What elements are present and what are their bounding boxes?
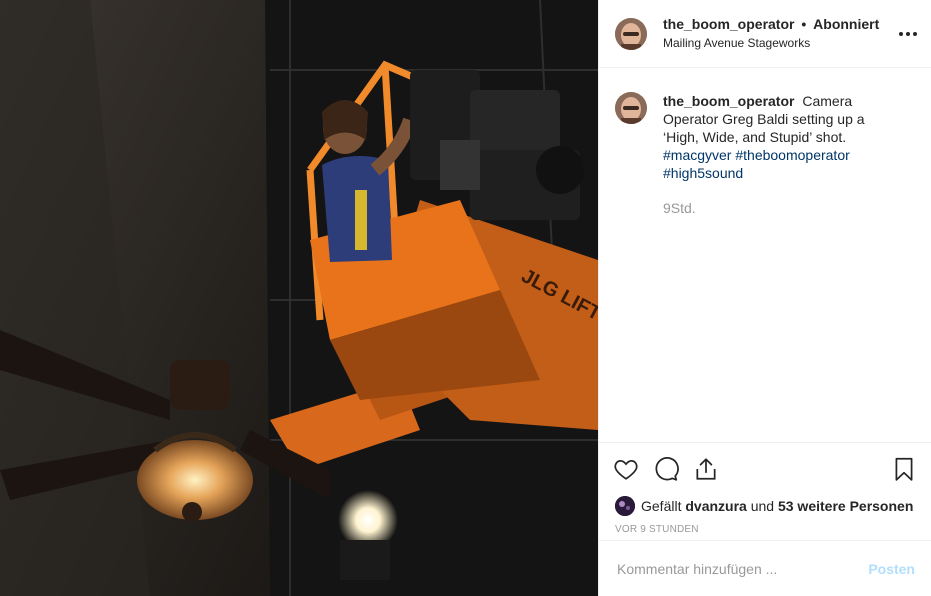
likes-prefix: Gefällt [641, 498, 682, 514]
comment-input[interactable] [615, 559, 869, 578]
more-dot [899, 32, 903, 36]
caption-comment: the_boom_operator Camera Operator Greg B… [615, 92, 915, 217]
share-icon[interactable] [693, 456, 719, 482]
caption-avatar[interactable] [615, 92, 647, 124]
likes-connector: und [750, 498, 775, 514]
likes-others-link[interactable]: 53 weitere Personen [778, 498, 913, 514]
more-dot [913, 32, 917, 36]
location-link[interactable]: Mailing Avenue Stageworks [663, 36, 879, 50]
comment-icon[interactable] [653, 456, 679, 482]
more-dot [906, 32, 910, 36]
instagram-post: JLG LIFT the_boom_operator • Abonniert M… [0, 0, 931, 596]
header-username[interactable]: the_boom_operator [663, 16, 794, 32]
caption-body: the_boom_operator Camera Operator Greg B… [663, 92, 895, 217]
avatar-face-icon [615, 92, 647, 124]
liker-avatar-icon [615, 496, 635, 516]
avatar-face-icon [615, 17, 647, 50]
comments-section: the_boom_operator Camera Operator Greg B… [599, 68, 931, 442]
more-options-icon[interactable] [899, 26, 917, 42]
action-bar [599, 442, 931, 494]
posted-timestamp[interactable]: VOR 9 STUNDEN [599, 518, 931, 540]
hashtag-link[interactable]: #theboomoperator [735, 147, 849, 163]
header-text: the_boom_operator • Abonniert Mailing Av… [663, 16, 879, 50]
header-line: the_boom_operator • Abonniert [663, 16, 879, 33]
liker-avatar[interactable] [615, 496, 635, 516]
post-header: the_boom_operator • Abonniert Mailing Av… [599, 0, 931, 68]
separator-dot: • [801, 16, 807, 33]
likes-summary: Gefällt dvanzura und 53 weitere Personen [599, 494, 931, 518]
avatar[interactable] [615, 17, 647, 50]
heart-icon[interactable] [613, 456, 639, 482]
hashtag-link[interactable]: #macgyver [663, 147, 731, 163]
caption-username[interactable]: the_boom_operator [663, 93, 794, 109]
bookmark-icon[interactable] [891, 456, 917, 482]
hashtag-link[interactable]: #high5sound [663, 165, 743, 181]
post-photo[interactable]: JLG LIFT [0, 0, 598, 596]
post-comment-button[interactable]: Posten [868, 561, 915, 577]
follow-status-button[interactable]: Abonniert [813, 16, 879, 32]
caption-time: 9Std. [663, 200, 696, 216]
photo-scene: JLG LIFT [0, 0, 598, 596]
liker-username[interactable]: dvanzura [685, 498, 746, 514]
post-sidebar: the_boom_operator • Abonniert Mailing Av… [598, 0, 931, 596]
add-comment-bar: Posten [599, 540, 931, 596]
